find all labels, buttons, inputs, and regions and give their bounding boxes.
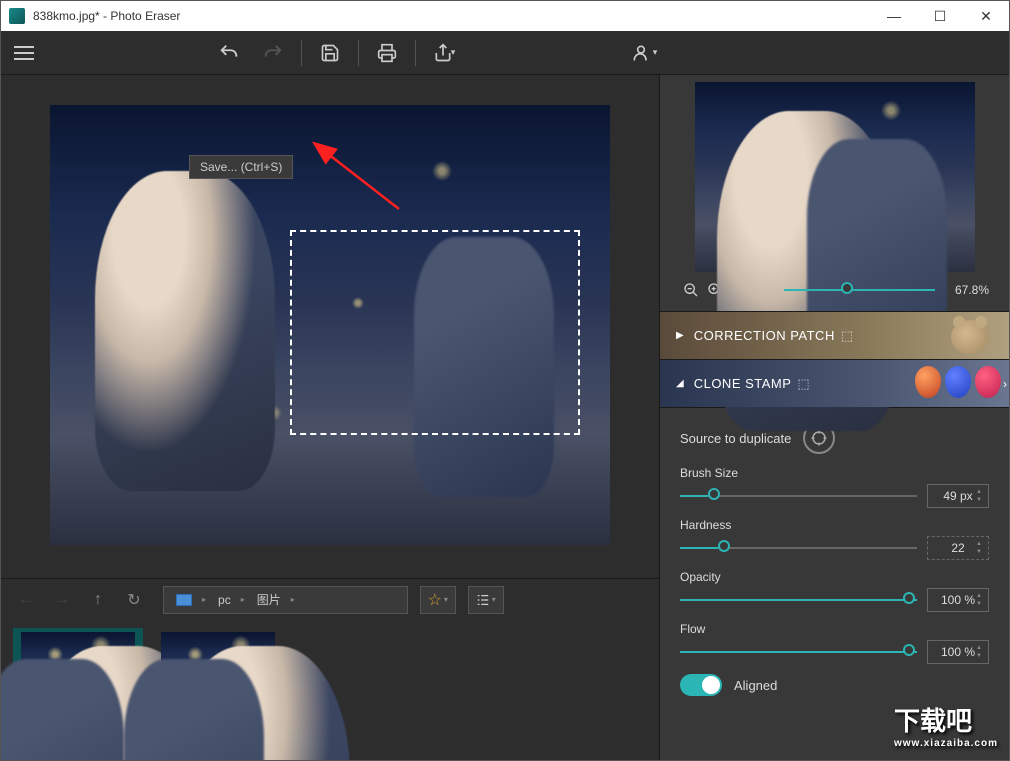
flow-value[interactable]: 100 %▲▼	[927, 640, 989, 664]
clone-stamp-section[interactable]: ◢ CLONE STAMP ⬚ ›	[660, 359, 1009, 407]
panel-title: CLONE STAMP	[694, 376, 792, 391]
canvas-image[interactable]	[50, 105, 610, 545]
brush-size-slider[interactable]	[680, 488, 917, 504]
redo-button[interactable]	[253, 33, 293, 73]
balloon-decoration	[915, 366, 1001, 398]
zoom-value: 67.8%	[945, 283, 989, 297]
path-segment-pictures[interactable]: 图片	[251, 591, 301, 608]
bear-decoration	[951, 320, 989, 354]
titlebar: 838kmo.jpg* - Photo Eraser — ☐ ✕	[1, 1, 1009, 31]
chevron-right-icon[interactable]: ›	[1003, 377, 1007, 391]
path-breadcrumb[interactable]: pc 图片	[163, 586, 408, 614]
caret-down-icon: ◢	[676, 378, 684, 389]
forward-button[interactable]: →	[47, 585, 77, 615]
hardness-value[interactable]: 22▲▼	[927, 536, 989, 560]
hardness-slider[interactable]	[680, 540, 917, 556]
up-button[interactable]: ↑	[83, 585, 113, 615]
menu-button[interactable]	[9, 38, 39, 68]
undo-button[interactable]	[209, 33, 249, 73]
opacity-label: Opacity	[680, 570, 989, 584]
save-tooltip: Save... (Ctrl+S)	[189, 155, 293, 179]
brush-size-label: Brush Size	[680, 466, 989, 480]
flow-slider[interactable]	[680, 644, 917, 660]
window-title: 838kmo.jpg* - Photo Eraser	[33, 9, 871, 23]
zoom-slider[interactable]	[784, 280, 935, 300]
back-button[interactable]: ←	[11, 585, 41, 615]
thumbnail-image	[161, 632, 275, 722]
right-panel: 1:1 67.8% ▶ CORRECTION PATCH ⬚ ◢ CLONE S…	[659, 75, 1009, 760]
selection-marquee[interactable]	[290, 230, 580, 435]
caret-right-icon: ▶	[676, 330, 684, 341]
user-button[interactable]: ▾	[624, 33, 664, 73]
panel-title: CORRECTION PATCH	[694, 328, 835, 343]
correction-patch-section[interactable]: ▶ CORRECTION PATCH ⬚	[660, 311, 1009, 359]
file-navbar: ← → ↑ ↻ pc 图片 ☆ ▾ ▾	[1, 578, 659, 620]
patch-icon: ⬚	[841, 328, 853, 344]
canvas-viewport[interactable]: Save... (Ctrl+S)	[1, 75, 659, 578]
hardness-label: Hardness	[680, 518, 989, 532]
thumbnail-image	[21, 632, 135, 722]
thumbnail-item[interactable]: 838kmo.png	[153, 628, 283, 752]
print-button[interactable]	[367, 33, 407, 73]
share-button[interactable]: ▾	[424, 33, 464, 73]
favorite-button[interactable]: ☆ ▾	[420, 586, 456, 614]
maximize-button[interactable]: ☐	[917, 1, 963, 31]
preview-image[interactable]	[695, 82, 975, 272]
aligned-label: Aligned	[734, 678, 777, 693]
zoom-out-button[interactable]	[680, 279, 702, 301]
app-icon	[9, 8, 25, 24]
flow-label: Flow	[680, 622, 989, 636]
stamp-icon: ⬚	[797, 376, 809, 392]
view-mode-button[interactable]: ▾	[468, 586, 504, 614]
opacity-value[interactable]: 100 %▲▼	[927, 588, 989, 612]
close-button[interactable]: ✕	[963, 1, 1009, 31]
minimize-button[interactable]: —	[871, 1, 917, 31]
save-button[interactable]	[310, 33, 350, 73]
thumbnail-strip: 838kmo.jpg 838kmo.png	[1, 620, 659, 760]
source-label: Source to duplicate	[680, 431, 791, 446]
preview-area	[660, 75, 1009, 275]
brush-size-value[interactable]: 49 px▲▼	[927, 484, 989, 508]
refresh-button[interactable]: ↻	[119, 585, 149, 615]
aligned-toggle[interactable]	[680, 674, 722, 696]
opacity-slider[interactable]	[680, 592, 917, 608]
path-segment-pc[interactable]: pc	[212, 593, 251, 607]
toolbar: ▾ ▾	[1, 31, 1009, 75]
pc-icon	[176, 594, 192, 606]
